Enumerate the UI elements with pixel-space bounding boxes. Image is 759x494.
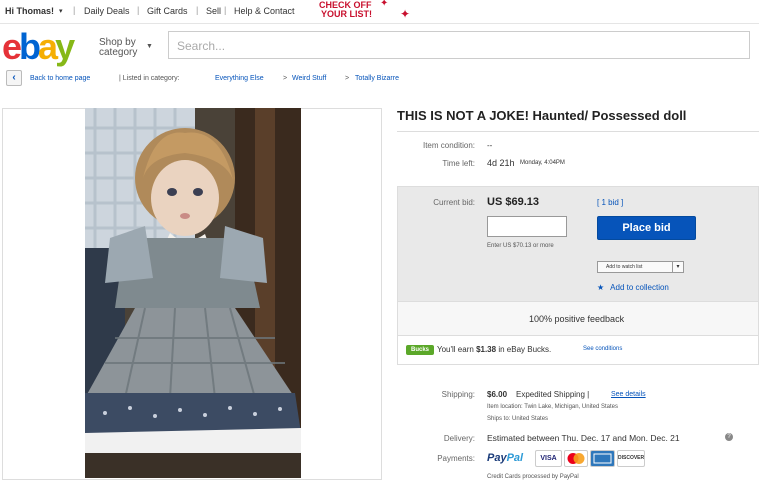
payments-label: Payments: bbox=[437, 454, 475, 463]
star-icon: ★ bbox=[597, 283, 605, 292]
search-placeholder: Search... bbox=[177, 39, 226, 53]
delivery-label: Delivery: bbox=[443, 434, 475, 443]
chevron-down-icon: ▼ bbox=[146, 43, 153, 50]
promo-line-2: YOUR LIST! bbox=[321, 9, 372, 19]
breadcrumb-category-link[interactable]: Weird Stuff bbox=[292, 75, 326, 82]
condition-value: -- bbox=[487, 141, 493, 150]
collection-label: Add to collection bbox=[610, 283, 669, 292]
logo-letter: e bbox=[2, 26, 22, 67]
bid-history-link[interactable]: [ 1 bid ] bbox=[597, 198, 623, 207]
shop-by-category-button[interactable]: Shop by category ▼ bbox=[99, 38, 153, 58]
place-bid-button[interactable]: Place bid bbox=[597, 216, 696, 240]
minimum-bid-hint: Enter US $70.13 or more bbox=[487, 243, 554, 249]
item-photo[interactable] bbox=[85, 108, 301, 478]
greeting-menu[interactable]: Hi Thomas! bbox=[5, 6, 54, 16]
doll-photo bbox=[85, 108, 301, 478]
add-to-collection-link[interactable]: ★ Add to collection bbox=[597, 283, 669, 292]
help-contact-link[interactable]: Help & Contact bbox=[234, 6, 295, 16]
divider: | bbox=[196, 5, 199, 15]
sparkle-icon: ✦ bbox=[400, 7, 411, 21]
time-left-label: Time left: bbox=[442, 159, 475, 168]
paypal-logo: PayPal bbox=[487, 452, 524, 464]
ebay-bucks-row: Bucks You'll earn $1.38 in eBay Bucks. S… bbox=[397, 336, 759, 365]
back-to-home-link[interactable]: Back to home page bbox=[30, 75, 90, 82]
ships-to: Ships to: United States bbox=[487, 416, 549, 422]
divider bbox=[397, 131, 759, 132]
top-navigation-bar: Hi Thomas! ▾ | Daily Deals | Gift Cards … bbox=[0, 0, 759, 24]
current-bid-value: US $69.13 bbox=[487, 196, 539, 208]
shipping-price: $6.00 bbox=[487, 390, 508, 399]
holiday-promo-banner[interactable]: CHECK OFF YOUR LIST! bbox=[319, 1, 372, 19]
breadcrumb-category-link[interactable]: Totally Bizarre bbox=[355, 75, 399, 82]
see-conditions-link[interactable]: See conditions bbox=[583, 346, 622, 352]
info-icon[interactable]: ? bbox=[725, 433, 733, 441]
condition-label: Item condition: bbox=[422, 141, 475, 150]
bucks-text: You'll earn $1.38 in eBay Bucks. bbox=[437, 345, 552, 354]
see-details-link[interactable]: See details bbox=[611, 391, 646, 398]
mastercard-icon bbox=[564, 450, 588, 467]
chevron-down-icon[interactable]: ▾ bbox=[59, 7, 63, 15]
breadcrumb-category-link[interactable]: Everything Else bbox=[215, 75, 264, 82]
listed-in-label: | Listed in category: bbox=[119, 75, 180, 82]
delivery-estimate: Estimated between Thu. Dec. 17 and Mon. … bbox=[487, 433, 680, 443]
bucks-amount: $1.38 bbox=[476, 345, 497, 354]
discover-card-icon: DISCOVER bbox=[617, 450, 645, 467]
daily-deals-link[interactable]: Daily Deals bbox=[84, 6, 130, 16]
chevron-down-icon[interactable]: ▾ bbox=[672, 262, 683, 272]
amex-card-icon bbox=[590, 450, 615, 467]
category-label: category bbox=[99, 47, 138, 58]
divider: | bbox=[137, 5, 140, 15]
bid-amount-input[interactable] bbox=[487, 216, 567, 237]
breadcrumb-separator: > bbox=[345, 75, 350, 82]
watch-list-label: Add to watch list bbox=[606, 264, 643, 270]
time-left-value: 4d 21h bbox=[487, 158, 515, 168]
breadcrumb-separator: > bbox=[283, 75, 288, 82]
credit-card-note: Credit Cards processed by PayPal bbox=[487, 474, 579, 480]
feedback-text: 100% positive feedback bbox=[529, 314, 625, 324]
search-input[interactable]: Search... bbox=[168, 31, 750, 59]
seller-feedback: 100% positive feedback bbox=[397, 302, 759, 336]
divider: | bbox=[224, 5, 227, 15]
item-title: THIS IS NOT A JOKE! Haunted/ Possessed d… bbox=[397, 108, 687, 123]
visa-card-icon: VISA bbox=[535, 450, 562, 467]
sparkle-icon: ✦ bbox=[380, 0, 389, 9]
logo-letter: b bbox=[19, 26, 41, 67]
current-bid-label: Current bid: bbox=[433, 198, 475, 207]
logo-letter: a bbox=[38, 26, 58, 67]
gift-cards-link[interactable]: Gift Cards bbox=[147, 6, 188, 16]
time-left-detail: Monday, 4:04PM bbox=[520, 160, 565, 166]
add-to-watch-list-button[interactable]: Add to watch list ▾ bbox=[597, 261, 684, 273]
divider: | bbox=[73, 5, 76, 15]
item-location: Item location: Twin Lake, Michigan, Unit… bbox=[487, 404, 618, 410]
logo-letter: y bbox=[55, 26, 75, 67]
ebay-logo[interactable]: ebay bbox=[2, 26, 75, 68]
sell-link[interactable]: Sell bbox=[206, 6, 221, 16]
ebay-bucks-badge: Bucks bbox=[406, 345, 434, 355]
shipping-label: Shipping: bbox=[441, 390, 475, 399]
back-arrow-icon[interactable]: ‹ bbox=[6, 70, 22, 86]
shipping-method: Expedited Shipping | bbox=[516, 390, 590, 399]
